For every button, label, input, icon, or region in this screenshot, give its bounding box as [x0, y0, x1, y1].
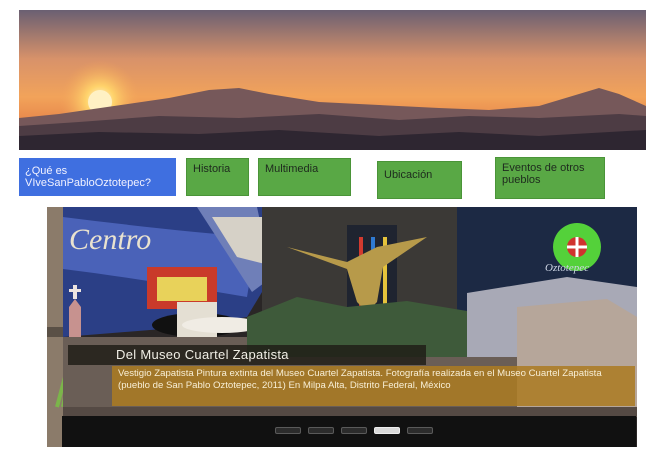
banner-script-text: Centro: [69, 223, 151, 256]
nav-eventos-button[interactable]: Eventos de otros pueblos: [495, 157, 605, 199]
slider-dot-1[interactable]: [275, 427, 301, 434]
nav-que-es-label: ¿Qué es VIveSanPabloOztotepec?: [25, 165, 151, 189]
nav-historia-button[interactable]: Historia: [186, 158, 249, 196]
logo-ring-text: Oztotepec: [545, 262, 589, 274]
slide-caption-text: Vestigio Zapatista Pintura extinta del M…: [112, 366, 635, 406]
slide-caption-title: Del Museo Cuartel Zapatista: [68, 345, 426, 365]
nav-historia-label: Historia: [193, 163, 231, 175]
header-banner-image: [19, 10, 646, 150]
nav-multimedia-button[interactable]: Multimedia: [258, 158, 351, 196]
slider-dot-2[interactable]: [308, 427, 334, 434]
nav-que-es-button[interactable]: ¿Qué es VIveSanPabloOztotepec?: [19, 158, 176, 196]
image-slider[interactable]: Centro Oztotepec: [47, 207, 637, 447]
slider-dot-3[interactable]: [341, 427, 367, 434]
slide-image: Centro Oztotepec: [47, 207, 637, 447]
nav-multimedia-label: Multimedia: [265, 163, 319, 175]
slider-dot-4[interactable]: [374, 427, 400, 434]
nav-ubicacion-label: Ubicación: [384, 169, 433, 181]
slider-dot-5[interactable]: [407, 427, 433, 434]
nav-ubicacion-button[interactable]: Ubicación: [377, 161, 462, 199]
nav-eventos-label: Eventos de otros pueblos: [502, 162, 585, 186]
